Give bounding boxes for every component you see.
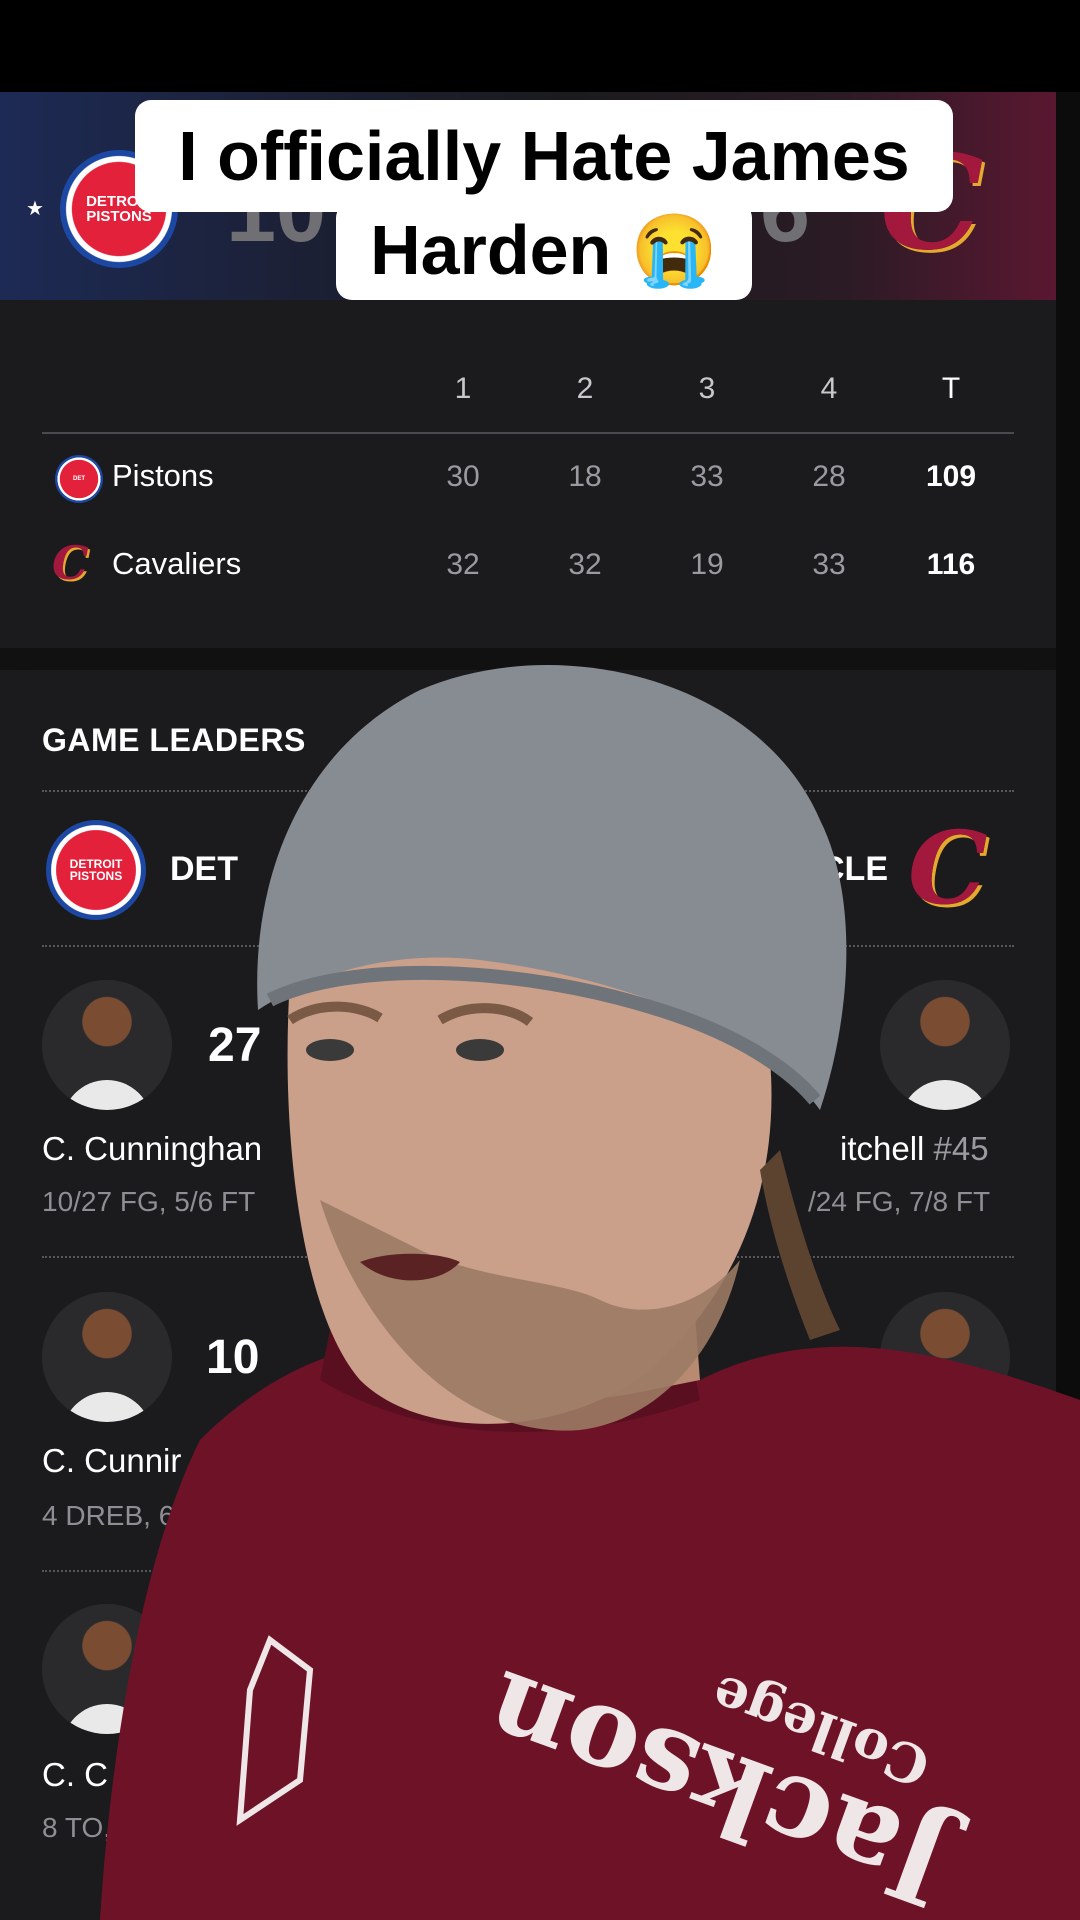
favorite-star-icon[interactable]: ★ (26, 196, 44, 221)
home-leader-name[interactable]: C. C (42, 1756, 108, 1794)
caption-line-2: Harden 😭 (336, 202, 752, 300)
det-leaders-logo: DETROIT PISTONS (46, 820, 146, 920)
pistons-q2: 18 (568, 460, 602, 493)
pistons-q1: 30 (446, 460, 480, 493)
points-value: 27 (208, 1019, 262, 1072)
linescore-divider (42, 432, 1014, 434)
game-leaders-title: GAME LEADERS (42, 722, 306, 758)
q4-header: 4 (820, 372, 838, 405)
home-leader-line: 8 TO, (42, 1812, 112, 1843)
q3-header: 3 (698, 372, 716, 405)
cavaliers-q2: 32 (568, 548, 602, 581)
cavaliers-q1: 32 (446, 548, 480, 581)
home-leader-name[interactable]: C. Cunnir (42, 1442, 181, 1480)
card-gap (0, 648, 1056, 670)
det-abbr: DET (170, 850, 238, 888)
away-leader-line: /24 FG, 7/8 FT (808, 1186, 991, 1217)
player-headshot[interactable] (42, 1604, 172, 1734)
cle-leaders-logo: C (908, 809, 988, 927)
pistons-row-logo: DET (55, 455, 103, 503)
player-headshot[interactable] (880, 980, 1010, 1110)
caption-line-1: I officially Hate James (135, 100, 953, 212)
player-headshot[interactable] (880, 1292, 1010, 1422)
player-headshot[interactable] (42, 980, 172, 1110)
pistons-q4: 28 (812, 460, 846, 493)
cavaliers-q3: 19 (690, 548, 724, 581)
home-leader-line: 4 DREB, 6 (42, 1500, 175, 1531)
total-header: T (941, 372, 961, 405)
home-leader-name[interactable]: C. Cunninghan (42, 1130, 262, 1168)
side-rail (1056, 92, 1080, 1920)
rebounds-value: 10 (206, 1331, 260, 1384)
q2-header: 2 (576, 372, 594, 405)
divider (42, 1570, 1014, 1572)
pistons-q3: 33 (690, 460, 724, 493)
home-leader-line: 10/27 FG, 5/6 FT (42, 1186, 256, 1217)
divider (42, 1256, 1014, 1258)
away-leader-name[interactable]: itchell #45 (840, 1130, 989, 1168)
cavaliers-q4: 33 (812, 548, 846, 581)
divider (42, 945, 1014, 947)
team-name-cavaliers: Cavaliers (112, 546, 242, 581)
player-headshot[interactable] (42, 1292, 172, 1422)
cle-abbr: CLE (820, 850, 888, 888)
cavaliers-total: 116 (926, 548, 976, 581)
cavaliers-row-logo: C (52, 536, 89, 590)
pistons-total: 109 (925, 460, 977, 493)
q1-header: 1 (454, 372, 472, 405)
team-name-pistons: Pistons (112, 458, 214, 493)
divider (42, 790, 1014, 792)
